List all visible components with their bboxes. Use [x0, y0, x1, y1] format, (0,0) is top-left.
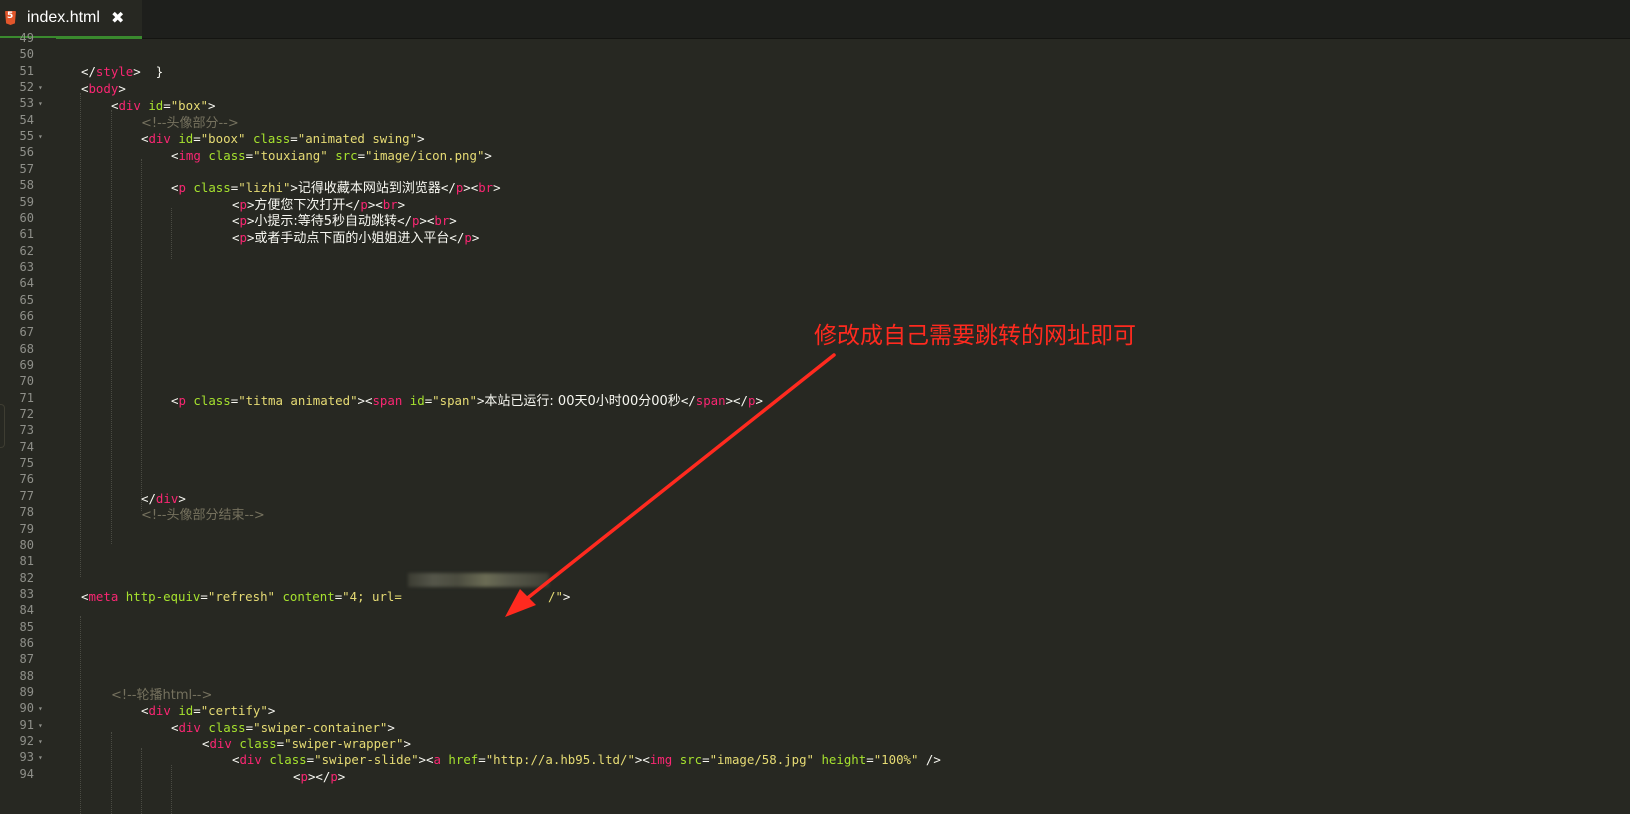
code-line-83[interactable]: <meta http-equiv="refresh" content="4; u… — [81, 588, 402, 605]
code-line-91[interactable]: <div class="swiper-container"> — [171, 719, 395, 736]
code-line-56[interactable]: <img class="touxiang" src="image/icon.pn… — [171, 147, 492, 164]
indent-guide — [111, 732, 112, 814]
tab-bar: 5 index.html ✖ — [0, 0, 1630, 39]
code-line-77[interactable]: </div> — [141, 490, 186, 507]
annotation-text: 修改成自己需要跳转的网址即可 — [814, 323, 1136, 349]
code-line-58[interactable]: <p class="lizhi">记得收藏本网站到浏览器</p><br> — [171, 179, 501, 197]
code-line-52[interactable]: <body> — [81, 80, 126, 97]
redacted-url — [408, 573, 549, 587]
code-line-94[interactable]: <p></p> — [293, 768, 345, 785]
code-line-53[interactable]: <div id="box"> — [111, 97, 216, 114]
code-editor-window: 5 index.html ✖ 49 50 51 52 ▾ 53 ▾ 54 55 ▾ 56 57 58 59… — [0, 0, 1630, 814]
code-line-55[interactable]: <div id="boox" class="animated swing"> — [141, 130, 425, 147]
code-line-71[interactable]: <p class="titma animated"><span id="span… — [171, 392, 763, 410]
indent-guide — [111, 110, 112, 544]
indent-guide — [171, 208, 172, 259]
indent-guide — [141, 748, 142, 814]
indent-guide — [80, 93, 81, 577]
tab-title[interactable]: index.html — [27, 9, 100, 27]
close-icon[interactable]: ✖ — [111, 8, 124, 27]
indent-guide — [171, 765, 172, 814]
code-line-92[interactable]: <div class="swiper-wrapper"> — [202, 735, 411, 752]
code-line-93[interactable]: <div class="swiper-slide"><a href="http:… — [232, 751, 941, 768]
indent-guide — [141, 159, 142, 511]
code-line-61[interactable]: <p>或者手动点下面的小姐姐进入平台</p> — [232, 229, 479, 247]
code-line-51[interactable]: </style> — [81, 63, 141, 80]
code-line-83-tail: /"> — [548, 589, 571, 604]
indent-guide — [80, 616, 81, 814]
code-area[interactable]: } </style> <body> <div id="box"> <!--头像部… — [0, 38, 1630, 814]
code-line-90[interactable]: <div id="certify"> — [141, 702, 275, 719]
code-line-60[interactable]: <p>小提示:等待5秒自动跳转</p><br> — [232, 212, 457, 230]
html5-file-icon: 5 — [5, 11, 16, 25]
code-line-78[interactable]: <!--头像部分结束--> — [141, 506, 265, 524]
